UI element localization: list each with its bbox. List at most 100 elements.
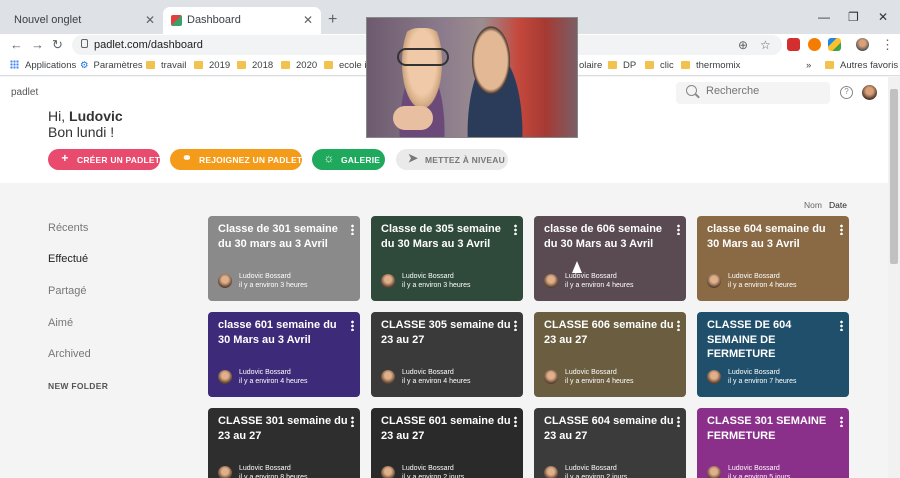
more-options-icon[interactable]	[514, 416, 517, 427]
more-options-icon[interactable]	[351, 416, 354, 427]
more-options-icon[interactable]	[677, 320, 680, 331]
user-name: Ludovic	[69, 108, 123, 124]
bookmark-other[interactable]: Autres favoris	[825, 60, 898, 71]
bookmark-folder[interactable]: thermomix	[681, 60, 740, 71]
bookmark-folder[interactable]: clic	[645, 60, 674, 71]
menu-kebab-icon[interactable]: ⋮	[881, 37, 894, 53]
padlet-card[interactable]: CLASSE 301 semaine du 23 au 27 Ludovic Bo…	[208, 408, 360, 478]
help-icon[interactable]: ?	[840, 86, 853, 99]
close-icon[interactable]: ✕	[145, 13, 155, 27]
upgrade-button[interactable]: ➤ METTEZ À NIVEAU	[396, 149, 508, 170]
folder-icon	[237, 61, 246, 69]
folder-icon	[324, 61, 333, 69]
search-box[interactable]	[676, 82, 830, 104]
folder-icon	[825, 61, 834, 69]
author-avatar	[381, 466, 395, 478]
more-options-icon[interactable]	[677, 416, 680, 427]
lightbulb-icon: ☼	[323, 151, 335, 165]
more-options-icon[interactable]	[840, 320, 843, 331]
join-padlet-button[interactable]: ⚭ REJOIGNEZ UN PADLET	[170, 149, 302, 170]
lock-icon	[81, 39, 88, 48]
author-avatar	[381, 274, 395, 288]
bookmark-folder[interactable]: travail	[146, 60, 186, 71]
sort-by-name[interactable]: Nom	[804, 200, 822, 210]
more-options-icon[interactable]	[514, 224, 517, 235]
bookmarks-overflow[interactable]: »	[806, 60, 811, 71]
padlet-card[interactable]: CLASSE 305 semaine du 23 au 27 Ludovic Bo…	[371, 312, 523, 397]
forward-arrow-icon[interactable]: →	[31, 37, 44, 52]
sidebar-item-done[interactable]: Effectué	[48, 253, 88, 265]
more-options-icon[interactable]	[351, 224, 354, 235]
back-arrow-icon[interactable]: ←	[10, 37, 23, 52]
sidebar-item-shared[interactable]: Partagé	[48, 285, 87, 297]
sort-by-date[interactable]: Date	[829, 200, 847, 210]
url-text[interactable]: padlet.com/dashboard	[94, 39, 203, 51]
video-call-overlay[interactable]	[366, 17, 578, 138]
padlet-card-author: Ludovic Bossard	[565, 273, 617, 280]
window-close-icon[interactable]: ✕	[878, 10, 888, 24]
padlet-card[interactable]: CLASSE DE 604 SEMAINE DE FERMETURE Ludovi…	[697, 312, 849, 397]
padlet-card[interactable]: Classe de 301 semaine du 30 mars au 3 Av…	[208, 216, 360, 301]
author-avatar	[707, 466, 721, 478]
sidebar-item-archived[interactable]: Archived	[48, 348, 91, 360]
close-icon[interactable]: ✕	[303, 13, 313, 27]
padlet-favicon-icon	[171, 15, 182, 26]
padlet-card[interactable]: CLASSE 604 semaine du 23 au 27 Ludovic Bo…	[534, 408, 686, 478]
extension-icon[interactable]	[787, 38, 800, 51]
padlet-card[interactable]: classe 601 semaine du 30 Mars au 3 Avril…	[208, 312, 360, 397]
new-folder-button[interactable]: NEW FOLDER	[48, 381, 108, 391]
minimize-icon[interactable]: —	[818, 10, 830, 24]
padlet-logo[interactable]: padlet	[11, 87, 38, 98]
drive-icon[interactable]	[828, 38, 841, 51]
tab-new-tab[interactable]: Nouvel onglet ✕	[0, 7, 163, 34]
padlet-card[interactable]: Classe de 305 semaine du 30 Mars au 3 Av…	[371, 216, 523, 301]
link-icon: ⚭	[181, 151, 193, 165]
padlet-card-author: Ludovic Bossard	[239, 465, 291, 472]
more-options-icon[interactable]	[677, 224, 680, 235]
search-input[interactable]	[706, 85, 821, 97]
bookmark-folder[interactable]: DP	[608, 60, 636, 71]
gallery-button[interactable]: ☼ GALERIE	[312, 149, 385, 170]
user-avatar[interactable]	[862, 85, 877, 100]
padlet-card-author: Ludovic Bossard	[402, 273, 454, 280]
more-options-icon[interactable]	[351, 320, 354, 331]
extension-icon[interactable]	[808, 38, 821, 51]
padlet-card-author: Ludovic Bossard	[565, 465, 617, 472]
padlet-card[interactable]: CLASSE 601 semaine du 23 au 27 Ludovic Bo…	[371, 408, 523, 478]
padlet-card-time: il y a environ 8 heures	[239, 474, 308, 478]
sidebar-item-liked[interactable]: Aimé	[48, 317, 73, 329]
bookmark-folder[interactable]: 2020	[281, 60, 317, 71]
mouse-cursor-icon	[572, 261, 582, 273]
padlet-card[interactable]: classe de 606 semaine du 30 Mars au 3 Av…	[534, 216, 686, 301]
padlet-card-title: CLASSE DE 604 SEMAINE DE FERMETURE	[707, 319, 792, 360]
bookmark-folder[interactable]: 2019	[194, 60, 230, 71]
folder-icon	[645, 61, 654, 69]
profile-avatar-icon[interactable]	[856, 38, 869, 51]
reload-icon[interactable]: ↻	[52, 37, 63, 53]
folder-icon	[681, 61, 690, 69]
bookmark-folder[interactable]: 2018	[237, 60, 273, 71]
padlet-card[interactable]: classe 604 semaine du 30 Mars au 3 Avril…	[697, 216, 849, 301]
restore-icon[interactable]: ❐	[848, 10, 859, 24]
author-avatar	[381, 370, 395, 384]
more-options-icon[interactable]	[840, 416, 843, 427]
bookmark-settings[interactable]: ⚙ Paramètres	[80, 60, 143, 71]
new-tab-icon[interactable]: +	[328, 11, 337, 29]
padlet-card-time: il y a environ 4 heures	[239, 378, 308, 385]
tab-dashboard[interactable]: Dashboard ✕	[163, 7, 321, 34]
rocket-icon: ➤	[407, 151, 419, 165]
padlet-card[interactable]: CLASSE 301 SEMAINE FERMETURE Ludovic Boss…	[697, 408, 849, 478]
create-padlet-button[interactable]: + CRÉER UN PADLET	[48, 149, 160, 170]
scrollbar-thumb[interactable]	[890, 89, 898, 264]
add-icon[interactable]: ⊕	[738, 38, 748, 52]
sidebar-item-recents[interactable]: Récents	[48, 222, 88, 234]
more-options-icon[interactable]	[514, 320, 517, 331]
bookmark-folder[interactable]: olaire	[579, 60, 602, 71]
bookmark-apps[interactable]: Applications	[10, 60, 76, 71]
author-avatar	[707, 370, 721, 384]
star-icon[interactable]: ☆	[760, 38, 771, 52]
more-options-icon[interactable]	[840, 224, 843, 235]
video-participant	[455, 18, 535, 137]
padlet-card[interactable]: CLASSE 606 semaine du 23 au 27 Ludovic Bo…	[534, 312, 686, 397]
padlet-card-title: classe 601 semaine du 30 Mars au 3 Avril	[218, 319, 337, 346]
